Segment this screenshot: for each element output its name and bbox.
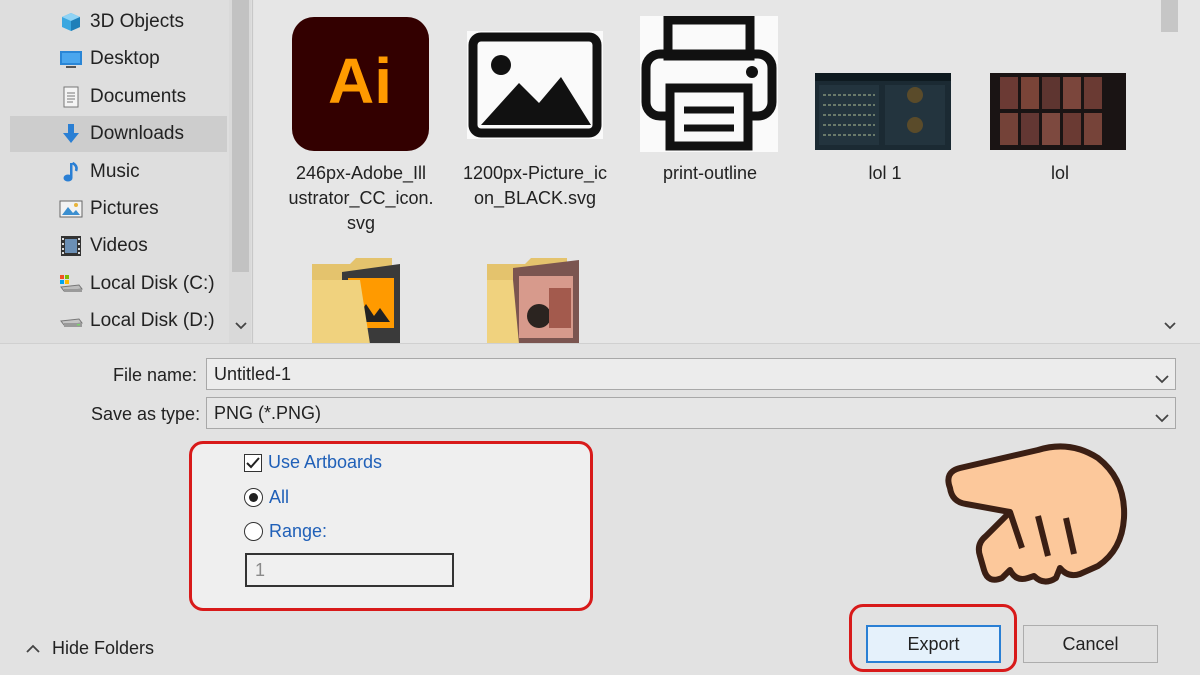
use-artboards-label: Use Artboards	[268, 452, 383, 472]
game-screenshot-thumbnail[interactable]	[815, 73, 951, 155]
music-icon	[59, 161, 83, 183]
pictures-icon	[59, 198, 83, 220]
nav-item-music[interactable]: Music	[10, 154, 227, 190]
use-artboards-checkbox[interactable]: Use Artboards	[244, 452, 382, 473]
radio-selected-icon[interactable]	[244, 488, 263, 507]
navigation-pane: 3D Objects Desktop Documents Downloads M…	[0, 0, 253, 343]
videos-icon	[59, 235, 83, 257]
desktop-icon	[59, 48, 83, 70]
nav-scroll-thumb[interactable]	[232, 0, 249, 272]
nav-item-label: Downloads	[90, 123, 184, 144]
illustrator-icon-text: Ai	[328, 45, 392, 117]
file-list-scroll-thumb[interactable]	[1161, 0, 1178, 32]
chevron-down-icon[interactable]	[1161, 316, 1178, 336]
nav-item-local-disk-d[interactable]: Local Disk (D:)	[10, 303, 227, 339]
3d-objects-icon	[59, 11, 83, 33]
folder-icon[interactable]	[312, 258, 408, 343]
folder-icon[interactable]	[487, 258, 583, 343]
local-disk-c-icon	[59, 273, 83, 295]
range-label: Range:	[269, 521, 328, 541]
range-radio[interactable]: Range:	[244, 521, 327, 542]
hide-folders-toggle[interactable]: Hide Folders	[26, 638, 154, 659]
all-label: All	[269, 487, 290, 507]
file-name-label[interactable]: 1200px-Picture_ic on_BLACK.svg	[450, 161, 620, 211]
file-name-field-label: File name:	[113, 365, 198, 385]
file-list-scrollbar[interactable]	[1158, 0, 1180, 343]
nav-item-documents[interactable]: Documents	[10, 79, 227, 115]
printer-icon[interactable]	[640, 15, 778, 157]
nav-item-desktop[interactable]: Desktop	[10, 41, 227, 77]
nav-item-label: Pictures	[90, 198, 159, 219]
nav-item-label: Documents	[90, 86, 187, 107]
documents-icon	[59, 86, 83, 108]
nav-item-label: 3D Objects	[90, 11, 184, 32]
cancel-button[interactable]: Cancel	[1023, 625, 1158, 663]
file-name-label[interactable]: print-outline	[625, 161, 795, 186]
file-name-input[interactable]: Untitled-1	[206, 358, 1176, 390]
nav-item-local-disk-c[interactable]: Local Disk (C:)	[10, 266, 227, 302]
nav-item-label: Videos	[90, 235, 148, 256]
file-name-label[interactable]: lol 1	[800, 161, 970, 186]
game-screenshot-thumbnail[interactable]	[990, 73, 1126, 155]
file-name-label[interactable]: lol	[975, 161, 1145, 186]
pointing-hand-icon	[940, 428, 1130, 588]
hide-folders-label: Hide Folders	[52, 638, 155, 658]
radio-unselected-icon[interactable]	[244, 522, 263, 541]
nav-scrollbar[interactable]	[229, 0, 251, 343]
nav-item-3d-objects[interactable]: 3D Objects	[10, 4, 227, 40]
nav-item-pictures[interactable]: Pictures	[10, 191, 227, 227]
nav-item-label: Local Disk (C:)	[90, 273, 215, 294]
nav-item-label: Desktop	[90, 48, 160, 69]
save-as-type-label: Save as type:	[91, 404, 201, 424]
file-name-value: Untitled-1	[214, 363, 292, 384]
range-input[interactable]	[245, 553, 454, 587]
nav-item-label: Local Disk (D:)	[90, 310, 215, 331]
checkbox-checked-icon[interactable]	[244, 453, 262, 472]
chevron-up-icon	[26, 644, 40, 653]
file-list-area: Ai 246px-Adobe_Ill ustrator_CC_icon. svg…	[254, 0, 1200, 343]
save-as-type-value: PNG (*.PNG)	[214, 402, 322, 423]
chevron-down-icon[interactable]	[1155, 368, 1169, 389]
local-disk-d-icon	[59, 310, 83, 332]
downloads-icon	[59, 123, 83, 145]
chevron-down-icon[interactable]	[232, 316, 249, 336]
nav-item-downloads[interactable]: Downloads	[10, 116, 227, 152]
save-as-type-select[interactable]: PNG (*.PNG)	[206, 397, 1176, 429]
file-name-label[interactable]: 246px-Adobe_Ill ustrator_CC_icon. svg	[276, 161, 446, 236]
chevron-down-icon[interactable]	[1155, 407, 1169, 428]
export-button[interactable]: Export	[866, 625, 1001, 663]
illustrator-icon[interactable]: Ai	[292, 17, 429, 156]
nav-item-videos[interactable]: Videos	[10, 228, 227, 264]
nav-item-label: Music	[90, 161, 140, 182]
all-radio[interactable]: All	[244, 487, 289, 508]
picture-icon[interactable]	[467, 31, 603, 144]
